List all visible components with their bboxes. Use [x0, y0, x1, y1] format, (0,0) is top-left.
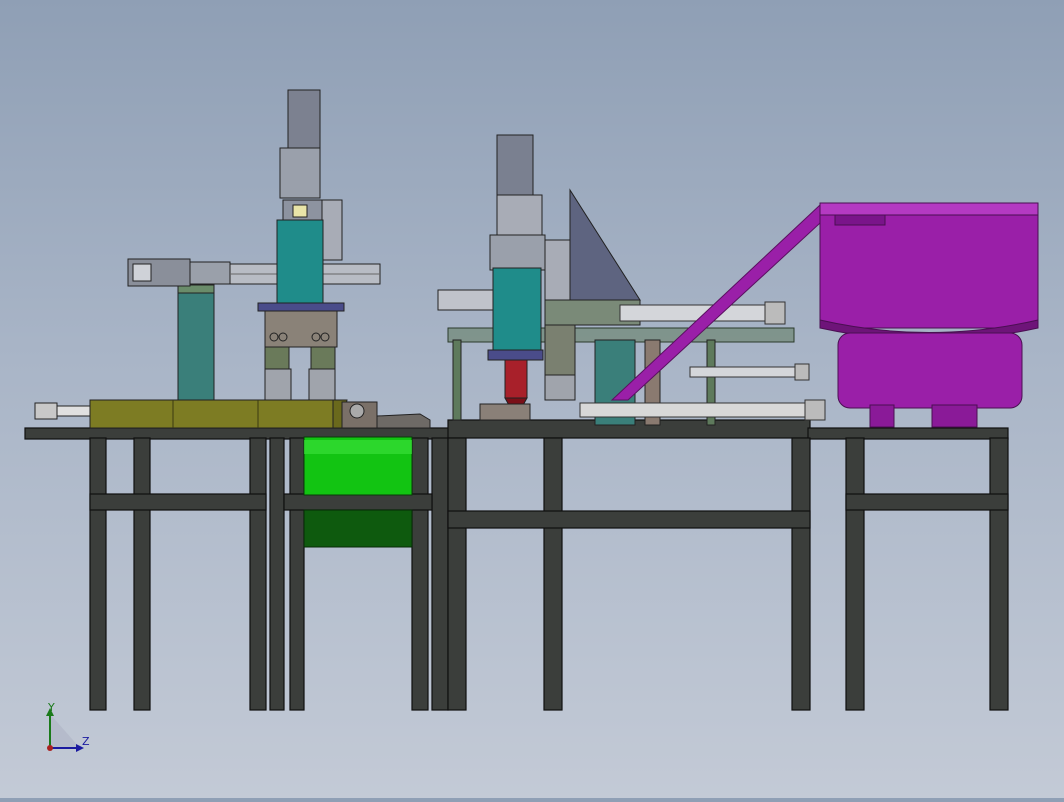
vibratory-bowl-feeder [819, 202, 1039, 428]
slate-triangle [569, 188, 641, 301]
left-gantry-station [34, 89, 431, 429]
teal-motor-left [276, 219, 324, 306]
coordinate-triad [46, 708, 84, 752]
machine-frame [24, 419, 1009, 711]
assembly-drawing[interactable] [0, 0, 1064, 798]
right-table-top [807, 427, 1009, 440]
axis-y-label: Y [48, 701, 55, 714]
cad-viewport[interactable]: Y Z [0, 0, 1064, 798]
axis-z-label: Z [82, 735, 90, 748]
olive-base-plate [89, 399, 346, 429]
green-conveyor [303, 436, 413, 548]
teal-motor-middle [492, 267, 542, 351]
red-nozzle [504, 359, 528, 399]
